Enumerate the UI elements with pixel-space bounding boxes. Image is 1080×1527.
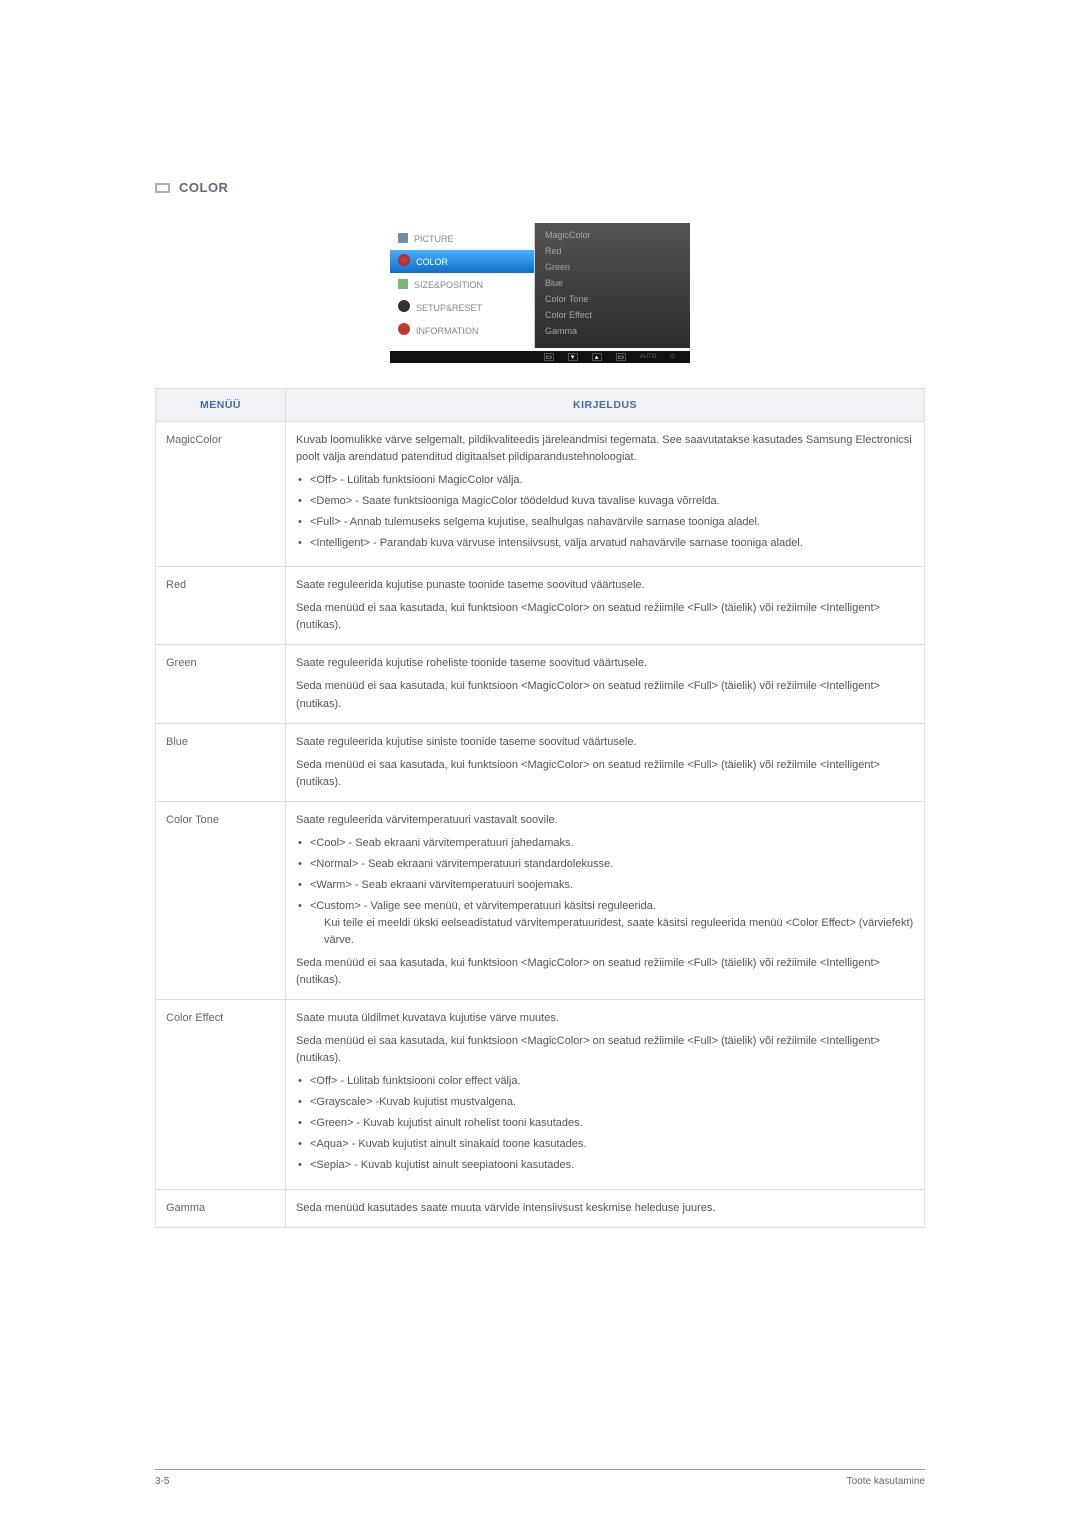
osd-item-setup: SETUP&RESET <box>390 296 534 319</box>
table-row: MagicColor Kuvab loomulikke värve selgem… <box>156 422 925 567</box>
list-item: <Demo> - Saate funktsiooniga MagicColor … <box>296 493 914 510</box>
osd-left-menu: PICTURE COLOR SIZE&POSITION SETUP&RESET … <box>390 223 535 348</box>
osd-item-info: INFORMATION <box>390 319 534 342</box>
osd-right-menu: MagicColor Red Green Blue Color Tone Col… <box>535 223 690 348</box>
osd-item-size: SIZE&POSITION <box>390 273 534 296</box>
row-desc: Saate reguleerida kujutise roheliste too… <box>286 645 925 723</box>
table-row: Color Tone Saate reguleerida värvitemper… <box>156 801 925 999</box>
col-desc: KIRJELDUS <box>286 389 925 422</box>
section-icon <box>155 182 171 194</box>
osd-bottom-bar: ▭▾▴▭ AUTO⏻ <box>390 351 690 363</box>
list-item: <Off> - Lülitab funktsiooni MagicColor v… <box>296 472 914 489</box>
footer-title: Toote kasutamine <box>847 1476 925 1487</box>
table-row: Blue Saate reguleerida kujutise siniste … <box>156 723 925 801</box>
table-row: Green Saate reguleerida kujutise rohelis… <box>156 645 925 723</box>
section-heading: COLOR <box>155 180 925 195</box>
row-label: Gamma <box>156 1189 286 1227</box>
table-row: Gamma Seda menüüd kasutades saate muuta … <box>156 1189 925 1227</box>
page-number: 3-5 <box>155 1476 169 1487</box>
row-label: Color Effect <box>156 1000 286 1189</box>
row-label: Green <box>156 645 286 723</box>
list-item: <Normal> - Seab ekraani värvitemperatuur… <box>296 856 914 873</box>
row-desc: Saate reguleerida kujutise punaste tooni… <box>286 567 925 645</box>
menu-table: MENÜÜ KIRJELDUS MagicColor Kuvab loomuli… <box>155 388 925 1228</box>
row-desc: Saate reguleerida kujutise siniste tooni… <box>286 723 925 801</box>
row-label: Red <box>156 567 286 645</box>
list-item: <Grayscale> -Kuvab kujutist mustvalgena. <box>296 1094 914 1111</box>
list-item: <Cool> - Seab ekraani värvitemperatuuri … <box>296 835 914 852</box>
list-item: <Green> - Kuvab kujutist ainult rohelist… <box>296 1115 914 1132</box>
bullet-list: <Off> - Lülitab funktsiooni color effect… <box>296 1073 914 1174</box>
table-row: Red Saate reguleerida kujutise punaste t… <box>156 567 925 645</box>
list-item: <Sepia> - Kuvab kujutist ainult seepiato… <box>296 1157 914 1174</box>
list-item: <Intelligent> - Parandab kuva värvuse in… <box>296 535 914 552</box>
osd-item-picture: PICTURE <box>390 227 534 250</box>
list-item: <Full> - Annab tulemuseks selgema kujuti… <box>296 514 914 531</box>
row-desc: Seda menüüd kasutades saate muuta värvid… <box>286 1189 925 1227</box>
row-desc: Saate muuta üldilmet kuvatava kujutise v… <box>286 1000 925 1189</box>
list-item: <Custom> - Valige see menüü, et värvitem… <box>296 898 914 949</box>
page-footer: 3-5 Toote kasutamine <box>155 1469 925 1487</box>
list-item: <Aqua> - Kuvab kujutist ainult sinakaid … <box>296 1136 914 1153</box>
table-row: Color Effect Saate muuta üldilmet kuvata… <box>156 1000 925 1189</box>
row-label: Blue <box>156 723 286 801</box>
row-label: MagicColor <box>156 422 286 567</box>
section-title: COLOR <box>179 180 228 195</box>
row-desc: Saate reguleerida värvitemperatuuri vast… <box>286 801 925 999</box>
osd-screenshot: PICTURE COLOR SIZE&POSITION SETUP&RESET … <box>390 223 690 363</box>
list-item: <Warm> - Seab ekraani värvitemperatuuri … <box>296 877 914 894</box>
osd-item-color: COLOR <box>390 250 534 273</box>
bullet-list: <Cool> - Seab ekraani värvitemperatuuri … <box>296 835 914 949</box>
col-menu: MENÜÜ <box>156 389 286 422</box>
list-item: <Off> - Lülitab funktsiooni color effect… <box>296 1073 914 1090</box>
bullet-list: <Off> - Lülitab funktsiooni MagicColor v… <box>296 472 914 552</box>
row-label: Color Tone <box>156 801 286 999</box>
row-desc: Kuvab loomulikke värve selgemalt, pildik… <box>286 422 925 567</box>
